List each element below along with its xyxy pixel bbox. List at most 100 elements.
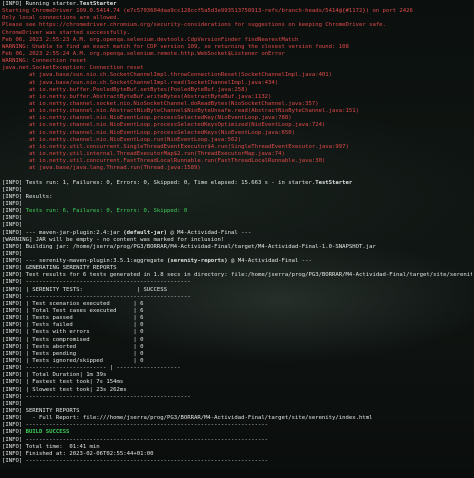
terminal-text-segment: TestStarter xyxy=(315,179,353,186)
terminal-text-segment: [INFO] | Slowest test took| 23s 262ms xyxy=(2,386,127,393)
terminal-line: [INFO] | Fastest test took| 7s 154ms xyxy=(2,379,472,386)
terminal-line: [INFO] ---------------------------------… xyxy=(2,294,472,301)
terminal-line: at io.netty.buffer.AbstractByteBuf.write… xyxy=(2,94,472,101)
terminal-text-segment: at io.netty.channel.nio.AbstractNioByteC… xyxy=(2,108,359,115)
terminal-output[interactable]: [INFO] Running starter.TestStarter Starti… xyxy=(0,0,474,478)
terminal-line: at java.base/sun.nio.ch.SocketChannelImp… xyxy=(2,72,472,79)
terminal-text-segment: at io.netty.channel.nio.NioEventLoop.pro… xyxy=(2,122,326,129)
terminal-text-segment: at io.netty.channel.socket.nio.NioSocket… xyxy=(2,100,319,107)
terminal-line: [INFO] | Slowest test took| 23s 262ms xyxy=(2,387,472,394)
terminal-text-segment: [INFO] Total time: 01:41 min xyxy=(2,443,100,450)
terminal-text-segment: [INFO] --- serenity-maven-plugin:3.5.1:a… xyxy=(2,258,168,265)
terminal-line: at io.netty.channel.nio.NioEventLoop.pro… xyxy=(2,122,472,129)
terminal-line: java.net.SocketException: Connection res… xyxy=(2,65,472,72)
terminal-text-segment: [INFO] xyxy=(2,250,23,257)
terminal-line: Only local connections are allowed. xyxy=(2,15,472,22)
terminal-line: Feb 06, 2023 2:55:23 A.M. org.openqa.sel… xyxy=(2,37,472,44)
terminal-text-segment: WARNING: Unable to find an exact match f… xyxy=(2,43,349,50)
terminal-line: [INFO] ---------------------------------… xyxy=(2,279,472,286)
terminal-text-segment: at io.netty.channel.nio.NioEventLoop.pro… xyxy=(2,129,295,136)
terminal-line: at io.netty.util.concurrent.FastThreadLo… xyxy=(2,158,472,165)
terminal-text-segment: [INFO] | Tests aborted | 0 xyxy=(2,343,144,350)
terminal-text-segment: [INFO] ---------------------------------… xyxy=(2,436,269,443)
terminal-text-segment: [INFO] | SERENITY TESTS: | SUCCESS xyxy=(2,286,168,293)
terminal-text-segment: at io.netty.channel.nio.NioEventLoop.run… xyxy=(2,136,242,143)
terminal-text-segment: [INFO] xyxy=(2,200,23,207)
terminal-text-segment: [INFO] --- maven-jar-plugin:2.4:jar xyxy=(2,229,124,236)
terminal-text-segment: [INFO] ------------------------ | ------… xyxy=(2,365,181,372)
terminal-line: [INFO] | Tests with errors | 0 xyxy=(2,329,472,336)
terminal-line: WARNING: Connection reset xyxy=(2,58,472,65)
terminal-text-segment: [INFO] | Total Duration| 1m 39s xyxy=(2,372,107,379)
terminal-text-segment: [INFO] ---------------------------------… xyxy=(2,458,269,464)
terminal-line: [INFO] --- maven-jar-plugin:2.4:jar (def… xyxy=(2,230,472,237)
terminal-text-segment: at java.base/java.lang.Thread.run(Thread… xyxy=(2,165,201,172)
terminal-text-segment: [INFO] - Full Report: file:///home/jserr… xyxy=(2,415,373,422)
terminal-line: Please see https://chromedriver.chromium… xyxy=(2,22,472,29)
terminal-text-segment: Only local connections are allowed. xyxy=(2,15,120,22)
terminal-line: at io.netty.channel.nio.AbstractNioByteC… xyxy=(2,108,472,115)
terminal-line: [INFO] | Tests ignored/skipped | 0 xyxy=(2,358,472,365)
terminal-line: [INFO] BUILD SUCCESS xyxy=(2,429,472,436)
terminal-text-segment: [INFO] xyxy=(2,429,26,436)
terminal-line: [INFO] | Test scenarios executed | 6 xyxy=(2,301,472,308)
terminal-text-segment: java.net.SocketException: Connection res… xyxy=(2,65,144,72)
terminal-line: [INFO] | SERENITY TESTS: | SUCCESS xyxy=(2,287,472,294)
terminal-text-segment: [INFO] xyxy=(2,400,23,407)
terminal-text-segment: Feb 06, 2023 2:55:24 A.M. org.openqa.sel… xyxy=(2,50,285,57)
terminal-line: WARNING: Unable to find an exact match f… xyxy=(2,44,472,51)
terminal-line: [INFO] Building jar: /home/jserra/prog/P… xyxy=(2,244,472,251)
terminal-line: [INFO] GENERATING SERENITY REPORTS xyxy=(2,265,472,272)
terminal-text-segment: TestStarter xyxy=(79,1,117,7)
terminal-line: Feb 06, 2023 2:55:24 A.M. org.openqa.sel… xyxy=(2,51,472,58)
terminal-text-segment: [INFO] | Tests with errors | 0 xyxy=(2,329,144,336)
terminal-text-segment: ChromeDriver was started successfully. xyxy=(2,29,130,36)
terminal-text-segment: [INFO] | Total Test cases executed | 6 xyxy=(2,308,144,315)
terminal-line: [INFO] | Tests pending | 0 xyxy=(2,351,472,358)
terminal-text-segment: [INFO] | Tests failed | 0 xyxy=(2,322,144,329)
terminal-text-segment: WARNING: Connection reset xyxy=(2,58,87,65)
terminal-line: at io.netty.util.internal.ThreadExecutor… xyxy=(2,151,472,158)
terminal-line: [INFO] Tests run: 6, Failures: 0, Errors… xyxy=(2,208,472,215)
terminal-text-segment: (default-jar) xyxy=(123,229,168,236)
terminal-text-segment: at io.netty.buffer.AbstractByteBuf.write… xyxy=(2,93,272,100)
terminal-line: at java.base/java.lang.Thread.run(Thread… xyxy=(2,165,472,172)
terminal-line: Starting ChromeDriver 109.0.5414.74 (e7c… xyxy=(2,8,472,15)
terminal-line: at io.netty.channel.socket.nio.NioSocket… xyxy=(2,101,472,108)
terminal-text-segment: [INFO] xyxy=(2,222,23,229)
terminal-text-segment: [WARNING] JAR will be empty - no content… xyxy=(2,236,225,243)
terminal-line: [INFO] | Tests aborted | 0 xyxy=(2,344,472,351)
terminal-line: [INFO] - Full Report: file:///home/jserr… xyxy=(2,415,472,422)
terminal-text-segment: at io.netty.util.concurrent.FastThreadLo… xyxy=(2,158,326,165)
terminal-line: [INFO] SERENITY REPORTS xyxy=(2,408,472,415)
terminal-line: at java.base/sun.nio.ch.SocketChannelImp… xyxy=(2,80,472,87)
terminal-text-segment: [INFO] ---------------------------------… xyxy=(2,293,191,300)
terminal-text-segment: [INFO] Tests run: 1, Failures: 0, Errors… xyxy=(2,179,316,186)
terminal-line: at io.netty.channel.nio.NioEventLoop.pro… xyxy=(2,115,472,122)
terminal-line: [INFO] Running starter.TestStarter xyxy=(2,1,472,8)
terminal-line: [INFO] --- serenity-maven-plugin:3.5.1:a… xyxy=(2,258,472,265)
terminal-text-segment: [INFO] Finished at: 2023-02-06T02:55:44+… xyxy=(2,450,154,457)
terminal-text-segment: [INFO] | Tests compromised | 0 xyxy=(2,336,144,343)
terminal-line: [INFO] | Tests compromised | 0 xyxy=(2,337,472,344)
terminal-line: [INFO] | Tests passed | 6 xyxy=(2,315,472,322)
terminal-line: [INFO] xyxy=(2,222,472,229)
terminal-line: ChromeDriver was started successfully. xyxy=(2,30,472,37)
terminal-text-segment: [INFO] ---------------------------------… xyxy=(2,422,269,429)
terminal-text-segment: [INFO] xyxy=(2,208,26,215)
terminal-text-segment: Please see https://chromedriver.chromium… xyxy=(2,22,386,29)
terminal-line: [INFO] ---------------------------------… xyxy=(2,394,472,401)
terminal-text-segment: [INFO] Running starter. xyxy=(2,1,80,7)
terminal-text-segment: [INFO] xyxy=(2,215,23,222)
terminal-text-segment: at io.netty.buffer.PooledByteBuf.setByte… xyxy=(2,86,248,93)
terminal-text-segment: at java.base/sun.nio.ch.SocketChannelImp… xyxy=(2,79,279,86)
terminal-text-segment: [INFO] GENERATING SERENITY REPORTS xyxy=(2,265,117,272)
terminal-line: [INFO] | Total Test cases executed | 6 xyxy=(2,308,472,315)
terminal-text-segment: [INFO] SERENITY REPORTS xyxy=(2,408,80,415)
terminal-line: [INFO] xyxy=(2,201,472,208)
terminal-line: [INFO] | Total Duration| 1m 39s xyxy=(2,372,472,379)
terminal-text-segment: [INFO] ---------------------------------… xyxy=(2,393,191,400)
terminal-text-segment: [INFO] | Tests pending | 0 xyxy=(2,350,144,357)
terminal-text-segment: at io.netty.util.concurrent.SingleThread… xyxy=(2,143,349,150)
